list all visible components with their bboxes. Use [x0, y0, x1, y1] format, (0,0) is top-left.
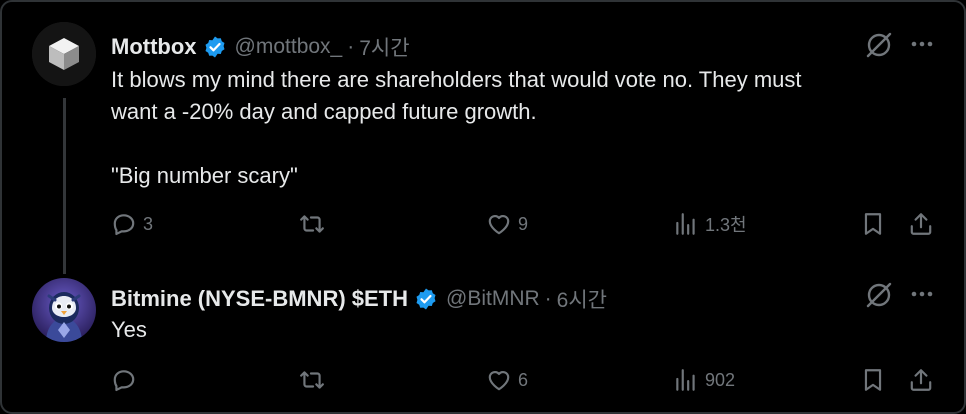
- repost-icon: [300, 215, 324, 233]
- grok-icon[interactable]: [864, 30, 894, 60]
- tweet-header: Bitmine (NYSE-BMNR) $ETH @BitMNR · 6시간: [111, 284, 607, 314]
- share-button[interactable]: [908, 367, 934, 393]
- user-handle[interactable]: @mottbox_: [235, 35, 343, 59]
- thread-connector-line: [63, 98, 66, 274]
- tweet-text: It blows my mind there are shareholders …: [111, 67, 802, 188]
- reply-button[interactable]: 3: [111, 211, 153, 237]
- bookmark-button[interactable]: [860, 367, 886, 393]
- separator-dot: ·: [347, 35, 355, 58]
- views-count: 902: [705, 369, 736, 390]
- avatar-bitmine[interactable]: [32, 278, 96, 342]
- share-icon: [910, 369, 932, 391]
- repost-icon: [300, 371, 324, 389]
- views-icon: [676, 369, 695, 391]
- tweet-text: Yes: [111, 317, 147, 342]
- cube-logo-icon: [32, 22, 96, 86]
- like-button[interactable]: 9: [486, 211, 528, 237]
- more-icon[interactable]: [908, 30, 936, 58]
- timestamp[interactable]: 7시간: [359, 32, 409, 62]
- tweet-actions: 3 9 1.3천: [2, 211, 964, 241]
- bookmark-icon: [864, 369, 882, 391]
- bookmark-icon: [864, 213, 882, 235]
- verified-badge-icon[interactable]: [414, 287, 438, 311]
- tweet-actions: 6 902: [2, 367, 964, 397]
- views-button[interactable]: 902: [673, 367, 735, 393]
- views-button[interactable]: 1.3천: [673, 211, 747, 237]
- bookmark-button[interactable]: [860, 211, 886, 237]
- repost-button[interactable]: [299, 367, 331, 393]
- reply-icon: [113, 370, 135, 392]
- tweet-header: Mottbox @mottbox_ · 7시간: [111, 32, 410, 62]
- display-name[interactable]: Bitmine (NYSE-BMNR) $ETH: [111, 286, 408, 312]
- like-count: 6: [518, 369, 529, 390]
- share-button[interactable]: [908, 211, 934, 237]
- penguin-avatar-icon: [32, 278, 96, 342]
- like-count: 9: [518, 213, 529, 234]
- reply-count: 3: [143, 213, 154, 234]
- user-handle[interactable]: @BitMNR: [446, 287, 540, 311]
- grok-icon[interactable]: [864, 280, 894, 310]
- tweet-thread-panel: Mottbox @mottbox_ · 7시간 It blows my mind…: [0, 0, 966, 414]
- views-icon: [676, 213, 695, 235]
- like-button[interactable]: 6: [486, 367, 528, 393]
- display-name[interactable]: Mottbox: [111, 34, 197, 60]
- reply-button[interactable]: [111, 367, 143, 393]
- repost-button[interactable]: [299, 211, 331, 237]
- timestamp[interactable]: 6시간: [557, 284, 607, 314]
- reply-icon: [113, 214, 135, 236]
- views-count: 1.3천: [705, 215, 747, 235]
- share-icon: [910, 213, 932, 235]
- separator-dot: ·: [544, 287, 552, 310]
- tweet-mottbox[interactable]: Mottbox @mottbox_ · 7시간 It blows my mind…: [2, 2, 964, 274]
- tweet-bitmine[interactable]: Bitmine (NYSE-BMNR) $ETH @BitMNR · 6시간 Y…: [2, 272, 964, 412]
- avatar-mottbox[interactable]: [32, 22, 96, 86]
- like-icon: [488, 371, 510, 391]
- verified-badge-icon[interactable]: [203, 35, 227, 59]
- like-icon: [488, 215, 510, 235]
- more-icon[interactable]: [908, 280, 936, 308]
